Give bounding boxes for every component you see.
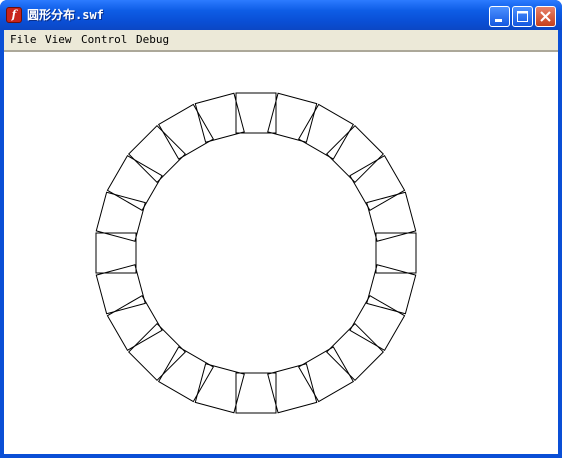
- close-icon: [540, 11, 551, 22]
- menu-view[interactable]: View: [45, 30, 72, 50]
- ring-square: [325, 125, 384, 184]
- minimize-icon: [495, 19, 502, 22]
- ring-square: [106, 294, 163, 352]
- ring-square: [235, 372, 277, 414]
- flash-stage: [4, 51, 558, 455]
- ring-square: [157, 346, 215, 403]
- minimize-button[interactable]: [489, 6, 510, 27]
- ring-square: [297, 346, 355, 403]
- ring-square: [157, 103, 215, 160]
- maximize-button[interactable]: [512, 6, 533, 27]
- ring-square: [106, 154, 163, 212]
- ring-square: [128, 125, 187, 184]
- flash-player-icon[interactable]: f: [6, 7, 22, 23]
- ring-square: [267, 92, 318, 143]
- menu-bar: File View Control Debug: [4, 30, 558, 51]
- ring-square: [267, 363, 318, 414]
- menu-control[interactable]: Control: [81, 30, 127, 50]
- ring-square: [194, 92, 245, 143]
- close-button[interactable]: [535, 6, 556, 27]
- menu-file[interactable]: File: [10, 30, 37, 50]
- player-window: f 圆形分布.swf File View Control Debug: [0, 0, 562, 458]
- menu-debug[interactable]: Debug: [136, 30, 169, 50]
- ring-square: [95, 191, 146, 242]
- ring-square: [194, 363, 245, 414]
- title-bar[interactable]: f 圆形分布.swf: [0, 0, 562, 30]
- stage-canvas: [95, 92, 417, 414]
- ring-square: [325, 322, 384, 381]
- maximize-icon: [517, 11, 528, 22]
- ring-square: [366, 264, 417, 315]
- ring-square: [297, 103, 355, 160]
- ring-square: [349, 294, 406, 352]
- window-title: 圆形分布.swf: [27, 8, 104, 22]
- ring-square: [349, 154, 406, 212]
- ring-square: [366, 191, 417, 242]
- ring-square: [95, 232, 137, 274]
- ring-square: [375, 232, 417, 274]
- ring-square: [235, 92, 277, 134]
- ring-square: [128, 322, 187, 381]
- ring-square: [95, 264, 146, 315]
